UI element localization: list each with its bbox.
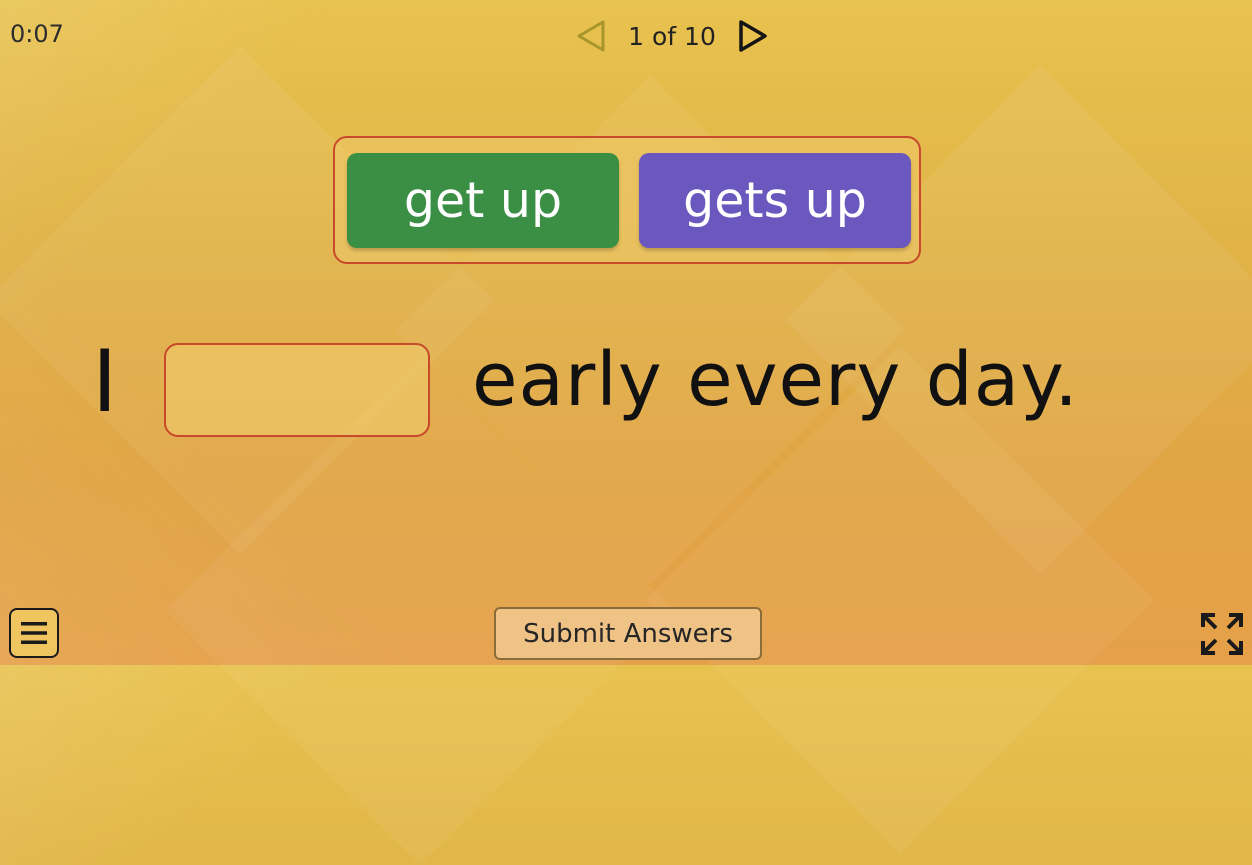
page-indicator: 1 of 10 [628,21,716,51]
answer-choices: get up gets up [333,136,921,264]
question-navigation: 1 of 10 [570,16,774,56]
sentence-end: early every day. [472,337,1079,423]
fullscreen-icon [1201,613,1243,655]
previous-question-button[interactable] [570,16,612,56]
previous-arrow-icon [577,20,605,52]
next-question-button[interactable] [732,16,774,56]
next-arrow-icon [739,20,767,52]
choice-gets-up[interactable]: gets up [639,153,911,248]
fullscreen-button[interactable] [1198,610,1246,658]
hamburger-menu-icon [21,622,47,644]
submit-answers-button[interactable]: Submit Answers [494,607,762,660]
answer-drop-target[interactable] [164,343,430,437]
choice-get-up[interactable]: get up [347,153,619,248]
sentence-start: I [92,332,118,432]
timer: 0:07 [10,20,64,48]
menu-button[interactable] [9,608,59,658]
